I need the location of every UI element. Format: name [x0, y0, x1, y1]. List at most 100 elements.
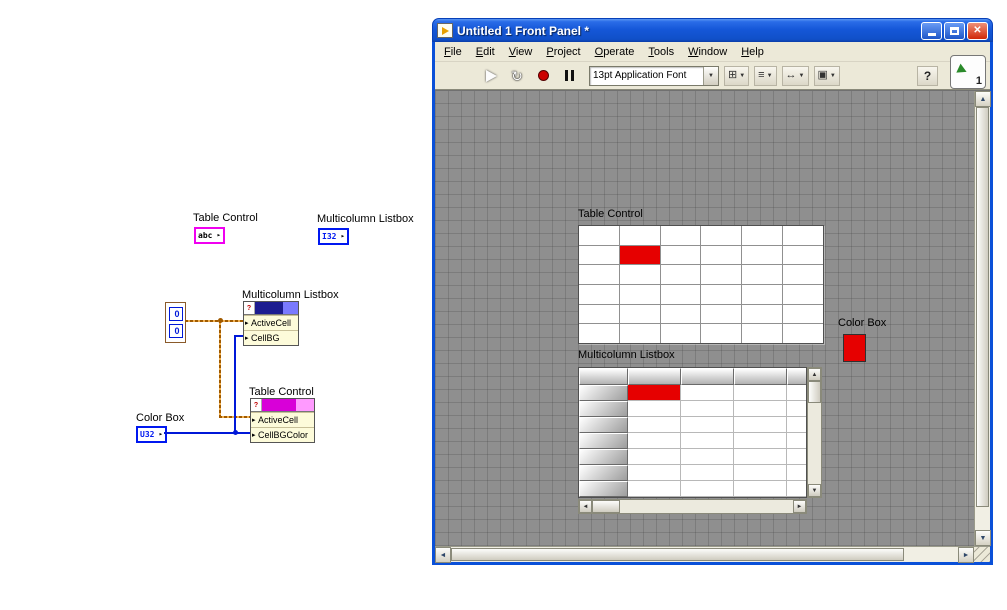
listbox-cell[interactable] [734, 449, 787, 465]
menu-item-file[interactable]: File [437, 43, 469, 61]
table-cell[interactable] [783, 324, 823, 343]
front-panel-canvas[interactable]: Table Control Color Box Multicolumn List… [435, 91, 974, 546]
listbox-cell[interactable] [681, 417, 734, 433]
listbox-horizontal-scrollbar[interactable]: ◄ ► [578, 499, 807, 514]
table-cell[interactable] [579, 284, 619, 304]
menu-item-edit[interactable]: Edit [469, 43, 502, 61]
table-cell[interactable] [619, 284, 660, 304]
listbox-cell[interactable] [734, 401, 787, 417]
distribute-objects-dropdown[interactable]: ≡ ▼ [754, 65, 777, 86]
listbox-cell[interactable] [734, 481, 787, 497]
help-button[interactable]: ? [917, 65, 938, 86]
table-cell[interactable] [579, 226, 619, 245]
scroll-down-button[interactable]: ▼ [975, 530, 991, 546]
table-cell[interactable] [783, 226, 823, 245]
property-row[interactable]: ▸ ActiveCell [251, 412, 314, 427]
property-node-multicolumn-listbox[interactable]: ? ▸ ActiveCell ▸ CellBG [243, 301, 299, 346]
menu-item-window[interactable]: Window [681, 43, 734, 61]
table-cell[interactable] [660, 245, 701, 265]
property-row[interactable]: ▸ CellBG [244, 330, 298, 345]
listbox-cell[interactable] [734, 465, 787, 481]
table-cell[interactable] [660, 324, 701, 343]
font-selector[interactable]: 13pt Application Font ▼ [589, 65, 719, 86]
table-cell[interactable] [579, 324, 619, 343]
multicolumn-listbox-terminal[interactable]: I32 ▸ [318, 228, 349, 245]
menu-item-help[interactable]: Help [734, 43, 771, 61]
scrollbar-thumb[interactable] [976, 107, 989, 508]
table-cell[interactable] [701, 284, 742, 304]
listbox-cell[interactable] [787, 417, 806, 433]
table-cell[interactable] [660, 284, 701, 304]
listbox-cell[interactable] [787, 433, 806, 449]
listbox-cell[interactable] [628, 449, 681, 465]
scroll-down-button[interactable]: ▼ [808, 484, 821, 497]
property-node-table-control[interactable]: ? ▸ ActiveCell ▸ CellBGColor [250, 398, 315, 443]
listbox-row-header[interactable] [579, 465, 628, 481]
resize-objects-dropdown[interactable]: ↔ ▼ [781, 65, 809, 86]
table-cell[interactable] [619, 226, 660, 245]
table-cell[interactable] [783, 265, 823, 284]
table-cell[interactable] [660, 226, 701, 245]
listbox-row-header[interactable] [579, 481, 628, 497]
listbox-cell[interactable] [628, 481, 681, 497]
run-button[interactable] [479, 65, 503, 87]
listbox-cell[interactable] [681, 433, 734, 449]
table-cell[interactable] [742, 284, 783, 304]
table-cell[interactable] [619, 265, 660, 284]
table-cell[interactable] [660, 304, 701, 324]
listbox-row-header[interactable] [579, 449, 628, 465]
table-cell[interactable] [783, 245, 823, 265]
listbox-cell[interactable] [734, 417, 787, 433]
listbox-cell[interactable] [787, 481, 806, 497]
listbox-corner-header[interactable] [579, 368, 628, 385]
listbox-column-header[interactable] [787, 368, 806, 385]
color-box-terminal[interactable]: U32 ▸ [136, 426, 167, 443]
listbox-cell[interactable] [628, 401, 681, 417]
listbox-cell[interactable] [681, 385, 734, 401]
scroll-up-button[interactable]: ▲ [975, 91, 991, 107]
menu-item-view[interactable]: View [502, 43, 540, 61]
window-vertical-scrollbar[interactable]: ▲ ▼ [974, 91, 991, 546]
pause-button[interactable] [557, 65, 581, 87]
run-continuous-button[interactable]: ↻ [505, 65, 529, 87]
titlebar[interactable]: Untitled 1 Front Panel * ✕ [432, 18, 993, 42]
table-cell[interactable] [701, 304, 742, 324]
listbox-cell[interactable] [734, 433, 787, 449]
listbox-column-header[interactable] [681, 368, 734, 385]
listbox-cell[interactable] [681, 449, 734, 465]
listbox-row-header[interactable] [579, 385, 628, 401]
listbox-cell[interactable] [628, 465, 681, 481]
maximize-button[interactable] [944, 21, 965, 40]
scroll-right-button[interactable]: ► [793, 500, 806, 513]
table-control-terminal[interactable]: abc ▸ [194, 227, 225, 244]
listbox-cell[interactable] [787, 449, 806, 465]
table-cell[interactable] [579, 265, 619, 284]
listbox-column-header[interactable] [628, 368, 681, 385]
listbox-cell[interactable] [681, 465, 734, 481]
color-box-control[interactable] [843, 334, 866, 362]
listbox-cell[interactable] [628, 417, 681, 433]
table-cell[interactable] [701, 245, 742, 265]
table-cell[interactable] [579, 245, 619, 265]
multicolumn-listbox-control[interactable]: ▲ ▼ ◄ ► [578, 367, 823, 514]
scroll-left-button[interactable]: ◄ [435, 547, 451, 563]
menu-item-project[interactable]: Project [539, 43, 587, 61]
align-objects-dropdown[interactable]: ⊞ ▼ [724, 65, 750, 86]
cluster-value[interactable]: 0 [168, 324, 183, 339]
listbox-row-header[interactable] [579, 401, 628, 417]
menu-item-tools[interactable]: Tools [641, 43, 681, 61]
listbox-cell[interactable] [681, 401, 734, 417]
listbox-cell[interactable] [628, 385, 681, 401]
close-button[interactable]: ✕ [967, 21, 988, 40]
scrollbar-thumb[interactable] [451, 548, 904, 561]
table-cell[interactable] [701, 324, 742, 343]
listbox-cell[interactable] [787, 385, 806, 401]
scroll-left-button[interactable]: ◄ [579, 500, 592, 513]
window-horizontal-scrollbar[interactable]: ◄ ► [435, 546, 974, 563]
listbox-vertical-scrollbar[interactable]: ▲ ▼ [807, 367, 822, 498]
property-row[interactable]: ▸ ActiveCell [244, 315, 298, 330]
scroll-up-button[interactable]: ▲ [808, 368, 821, 381]
listbox-cell[interactable] [787, 465, 806, 481]
listbox-row-header[interactable] [579, 417, 628, 433]
dropdown-arrow-icon[interactable]: ▼ [703, 66, 718, 85]
